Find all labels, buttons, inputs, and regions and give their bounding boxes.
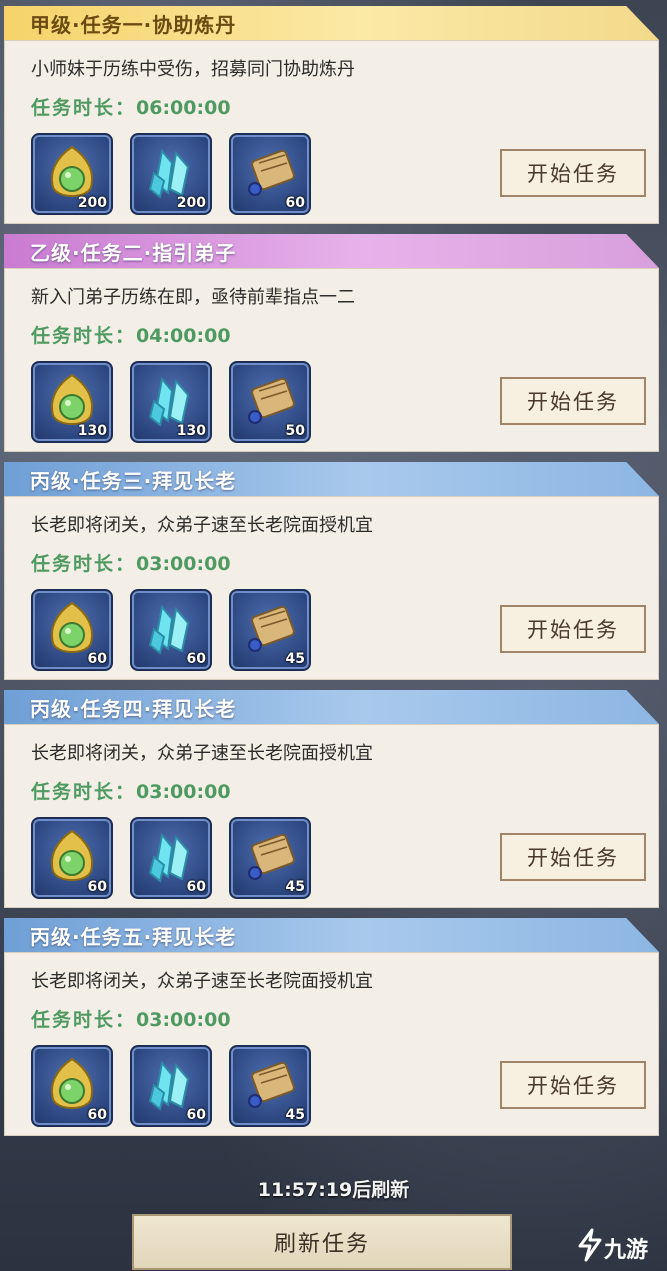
reward-quantity: 60 <box>87 651 107 667</box>
task-header: 丙级·任务三·拜见长老 <box>4 462 659 496</box>
task-title: 丙级·任务五·拜见长老 <box>30 924 237 949</box>
reward-item[interactable]: 60 <box>130 817 212 899</box>
task-header: 甲级·任务一·协助炼丹 <box>4 6 659 40</box>
refresh-tasks-button[interactable]: 刷新任务 <box>132 1214 512 1270</box>
reward-quantity: 60 <box>285 195 305 211</box>
task-duration: 任务时长：03:00:00 <box>31 777 231 804</box>
task-header: 丙级·任务四·拜见长老 <box>4 690 659 724</box>
duration-label: 任务时长： <box>31 781 137 803</box>
task-description: 长老即将闭关，众弟子速至长老院面授机宜 <box>31 971 373 992</box>
duration-value: 06:00:00 <box>136 97 231 119</box>
task-card: 丙级·任务三·拜见长老 长老即将闭关，众弟子速至长老院面授机宜 任务时长：03:… <box>4 462 663 680</box>
reward-item[interactable]: 60 <box>31 817 113 899</box>
reward-item[interactable]: 130 <box>130 361 212 443</box>
task-body: 长老即将闭关，众弟子速至长老院面授机宜 任务时长：03:00:00 60 60 … <box>4 496 659 680</box>
reward-quantity: 50 <box>285 423 305 439</box>
reward-item[interactable]: 45 <box>229 589 311 671</box>
reward-quantity: 60 <box>186 879 206 895</box>
reward-quantity: 45 <box>285 651 305 667</box>
start-task-button[interactable]: 开始任务 <box>500 149 646 197</box>
task-body: 长老即将闭关，众弟子速至长老院面授机宜 任务时长：03:00:00 60 60 … <box>4 724 659 908</box>
duration-label: 任务时长： <box>31 97 137 119</box>
watermark: 九游 <box>574 1228 648 1268</box>
start-task-button[interactable]: 开始任务 <box>500 605 646 653</box>
reward-item[interactable]: 50 <box>229 361 311 443</box>
duration-label: 任务时长： <box>31 325 137 347</box>
reward-item[interactable]: 60 <box>31 589 113 671</box>
task-header: 乙级·任务二·指引弟子 <box>4 234 659 268</box>
reward-quantity: 45 <box>285 879 305 895</box>
reward-item[interactable]: 200 <box>130 133 212 215</box>
task-body: 小师妹于历练中受伤，招募同门协助炼丹 任务时长：06:00:00 200 200… <box>4 40 659 224</box>
task-duration: 任务时长：06:00:00 <box>31 93 231 120</box>
task-duration: 任务时长：04:00:00 <box>31 321 231 348</box>
reward-quantity: 60 <box>87 1107 107 1123</box>
duration-label: 任务时长： <box>31 1009 137 1031</box>
reward-quantity: 60 <box>186 1107 206 1123</box>
task-card: 甲级·任务一·协助炼丹 小师妹于历练中受伤，招募同门协助炼丹 任务时长：06:0… <box>4 6 663 224</box>
task-header: 丙级·任务五·拜见长老 <box>4 918 659 952</box>
start-task-button[interactable]: 开始任务 <box>500 833 646 881</box>
refresh-countdown: 11:57:19后刷新 <box>257 1179 410 1201</box>
reward-quantity: 200 <box>77 195 107 211</box>
task-body: 新入门弟子历练在即，亟待前辈指点一二 任务时长：04:00:00 130 130… <box>4 268 659 452</box>
reward-item[interactable]: 60 <box>229 133 311 215</box>
reward-quantity: 60 <box>186 651 206 667</box>
task-title: 乙级·任务二·指引弟子 <box>30 240 237 265</box>
reward-item[interactable]: 60 <box>130 589 212 671</box>
task-card: 丙级·任务四·拜见长老 长老即将闭关，众弟子速至长老院面授机宜 任务时长：03:… <box>4 690 663 908</box>
reward-item[interactable]: 60 <box>130 1045 212 1127</box>
watermark-text: 九游 <box>604 1238 649 1263</box>
task-duration: 任务时长：03:00:00 <box>31 1005 231 1032</box>
task-description: 长老即将闭关，众弟子速至长老院面授机宜 <box>31 515 373 536</box>
task-body: 长老即将闭关，众弟子速至长老院面授机宜 任务时长：03:00:00 60 60 … <box>4 952 659 1136</box>
reward-quantity: 60 <box>87 879 107 895</box>
reward-item[interactable]: 130 <box>31 361 113 443</box>
reward-quantity: 45 <box>285 1107 305 1123</box>
reward-item[interactable]: 45 <box>229 1045 311 1127</box>
jiuyou-logo-icon <box>574 1228 604 1268</box>
reward-quantity: 200 <box>176 195 206 211</box>
reward-item[interactable]: 60 <box>31 1045 113 1127</box>
start-task-button[interactable]: 开始任务 <box>500 1061 646 1109</box>
task-description: 小师妹于历练中受伤，招募同门协助炼丹 <box>31 59 355 80</box>
task-title: 丙级·任务三·拜见长老 <box>30 468 237 493</box>
task-description: 新入门弟子历练在即，亟待前辈指点一二 <box>31 287 355 308</box>
duration-value: 03:00:00 <box>136 1009 231 1031</box>
reward-quantity: 130 <box>176 423 206 439</box>
duration-label: 任务时长： <box>31 553 137 575</box>
task-card: 乙级·任务二·指引弟子 新入门弟子历练在即，亟待前辈指点一二 任务时长：04:0… <box>4 234 663 452</box>
task-title: 甲级·任务一·协助炼丹 <box>30 12 237 37</box>
reward-quantity: 130 <box>77 423 107 439</box>
start-task-button[interactable]: 开始任务 <box>500 377 646 425</box>
task-duration: 任务时长：03:00:00 <box>31 549 231 576</box>
duration-value: 03:00:00 <box>136 553 231 575</box>
reward-item[interactable]: 200 <box>31 133 113 215</box>
duration-value: 03:00:00 <box>136 781 231 803</box>
reward-item[interactable]: 45 <box>229 817 311 899</box>
task-card: 丙级·任务五·拜见长老 长老即将闭关，众弟子速至长老院面授机宜 任务时长：03:… <box>4 918 663 1136</box>
task-title: 丙级·任务四·拜见长老 <box>30 696 237 721</box>
task-description: 长老即将闭关，众弟子速至长老院面授机宜 <box>31 743 373 764</box>
duration-value: 04:00:00 <box>136 325 231 347</box>
